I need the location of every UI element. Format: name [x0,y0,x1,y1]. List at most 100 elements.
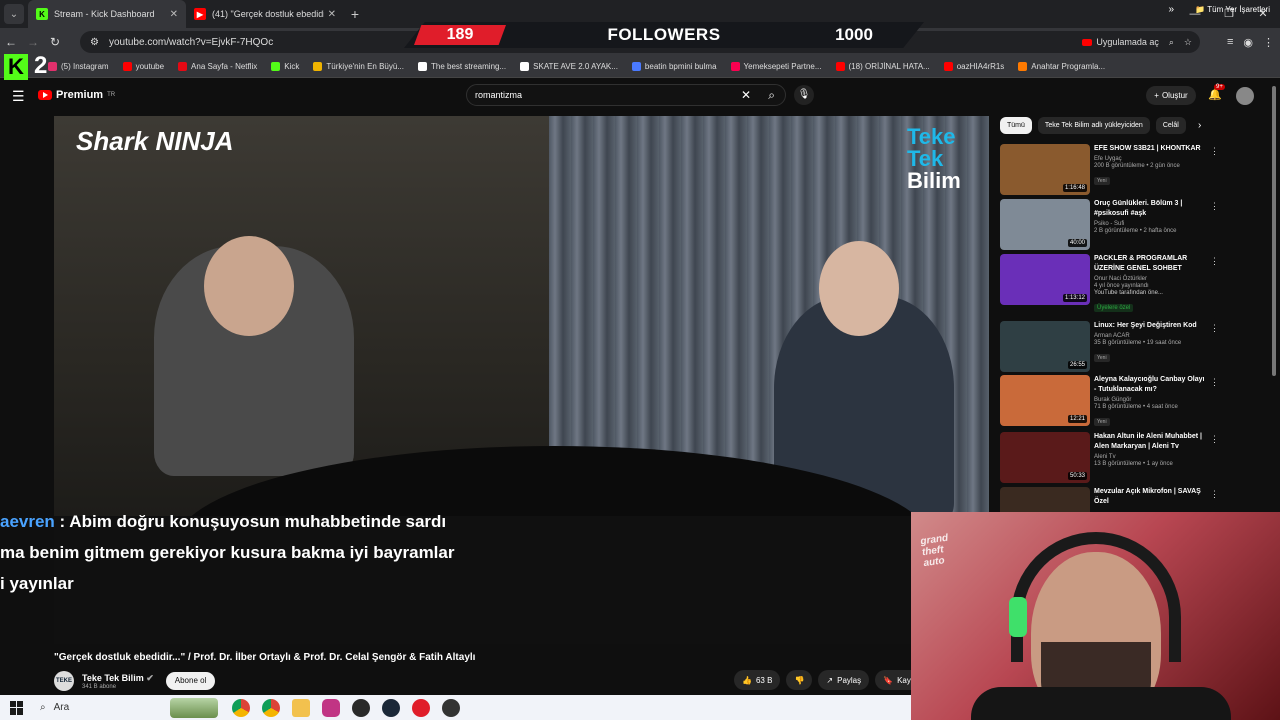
obs-icon[interactable] [352,698,370,717]
reload-icon[interactable]: ↻ [44,35,66,49]
tab-search-icon[interactable]: ⌄ [4,4,24,24]
speaker-right-head [819,241,899,336]
bookmark-item[interactable]: beatin bpmini bulma [631,62,717,71]
search-highlight-image[interactable] [170,697,218,718]
media-icon[interactable]: ≡ [1227,36,1233,48]
search-box[interactable]: romantizma ✕ ⌕ [466,84,786,106]
more-options-icon[interactable]: ⋮ [1210,201,1219,212]
more-options-icon[interactable]: ⋮ [1210,323,1219,334]
tab-kick-dashboard[interactable]: K Stream - Kick Dashboard ✕ [28,0,186,28]
bookmark-label: The best streaming... [430,62,507,71]
video-thumbnail[interactable]: 1:13:12 [1000,254,1090,305]
subscribe-button[interactable]: Abone ol [165,672,216,690]
windows-taskbar: ⌕ Ara [0,695,911,720]
new-tab-button[interactable]: + [344,6,366,22]
notifications-bell-icon[interactable]: 🔔 9+ [1208,84,1225,101]
instagram-icon[interactable] [322,698,340,717]
chrome-icon[interactable] [232,698,250,717]
recommendation-title[interactable]: EFE SHOW S3B21 | KHONTKAR [1094,144,1206,154]
recommendation-item[interactable]: 26:55 Linux: Her Şeyi Değiştiren Kod Arman… [1000,321,1219,373]
chip-all[interactable]: Tümü [1000,117,1032,134]
bookmark-item[interactable]: The best streaming... [417,62,507,71]
open-in-app-button[interactable]: Uygulamada aç [1082,37,1159,47]
recommendation-item[interactable]: 1:16:48 EFE SHOW S3B21 | KHONTKAR Efe Uyga… [1000,144,1219,196]
bookmark-favicon-icon [631,62,641,71]
channel-avatar[interactable]: TEKE [54,671,74,691]
bookmark-item[interactable]: Yemeksepeti Partne... [730,62,822,71]
clear-search-icon[interactable]: ✕ [741,88,751,102]
profile-icon[interactable]: ◉ [1243,36,1253,49]
steam-icon[interactable] [382,698,400,717]
recommendation-item[interactable]: 40:00 Oruç Günlükleri. Bölüm 3 | #psikosu… [1000,199,1219,251]
bookmark-star-icon[interactable]: ☆ [1184,37,1192,48]
like-button[interactable]: 👍 63 B [734,670,781,690]
bookmark-item[interactable]: oazHIA4rR1s [943,62,1004,71]
video-thumbnail[interactable]: 1:16:48 [1000,144,1090,195]
bookmark-item[interactable]: Anahtar Programla... [1018,62,1105,71]
menu-icon[interactable]: ⋮ [1263,36,1274,49]
bookmark-item[interactable]: (5) Instagram [48,62,109,71]
bookmark-item[interactable]: SKATE AVE 2.0 AYAK... [520,62,618,71]
more-options-icon[interactable]: ⋮ [1210,489,1219,500]
site-info-icon[interactable]: ⚙ [90,37,99,48]
page-scrollbar[interactable] [1272,86,1276,376]
recommendation-title[interactable]: PACKLER & PROGRAMLAR ÜZERİNE GENEL SOHBE… [1094,254,1206,274]
close-icon[interactable]: ✕ [170,9,178,20]
video-thumbnail[interactable]: 26:55 [1000,321,1090,372]
recommendation-title[interactable]: Hakan Altun ile Aleni Muhabbet | Alen Ma… [1094,432,1206,452]
kick-logo-icon: K [4,54,28,80]
recommendation-title[interactable]: Linux: Her Şeyi Değiştiren Kod [1094,321,1206,331]
bookmarks-overflow-icon[interactable]: » [1168,4,1174,15]
watermark-word: Tek [907,146,944,171]
share-button[interactable]: ↗ Paylaş [818,670,870,690]
bookmark-item[interactable]: youtube [122,62,164,71]
app-red-icon[interactable] [412,698,430,717]
recommendation-channel[interactable]: Arman ACAR [1094,333,1206,339]
search-input[interactable]: romantizma [475,90,522,100]
recommendation-item[interactable]: 1:13:12 PACKLER & PROGRAMLAR ÜZERİNE GENE… [1000,254,1219,312]
account-avatar[interactable] [1236,87,1254,105]
back-icon[interactable]: ← [0,35,22,49]
file-explorer-icon[interactable] [292,698,310,717]
close-icon[interactable]: ✕ [328,9,336,20]
app-pencil-icon[interactable] [442,698,460,717]
zoom-icon[interactable]: ⌕ [1169,37,1174,48]
bookmark-item[interactable]: Kick [271,62,299,71]
recommendation-channel[interactable]: Aleni Tv [1094,454,1206,460]
search-icon[interactable]: ⌕ [768,88,775,103]
youtube-logo[interactable]: Premium TR [38,89,115,101]
microphone-icon[interactable]: 🎙 [794,85,814,105]
recommendation-channel[interactable]: Efe Uygaç [1094,156,1206,162]
chip-celal[interactable]: Celâl [1155,117,1186,134]
chrome-profile-icon[interactable] [262,698,280,717]
recommendation-title[interactable]: Mevzular Açık Mikrofon | SAVAŞ Özel [1094,487,1206,507]
more-options-icon[interactable]: ⋮ [1210,256,1219,267]
recommendation-channel[interactable]: Burak Güngör [1094,397,1206,403]
more-options-icon[interactable]: ⋮ [1210,146,1219,157]
recommendation-channel[interactable]: Psiko - Sufi [1094,221,1206,227]
create-button[interactable]: + Oluştur [1146,86,1196,105]
more-options-icon[interactable]: ⋮ [1210,434,1219,445]
tab-youtube-video[interactable]: ▶ (41) "Gerçek dostluk ebedidir..." ✕ [186,0,344,28]
recommendation-item[interactable]: 12:21 Aleyna Kalaycıoğlu Canbay Olayı - T… [1000,375,1219,427]
recommendation-title[interactable]: Oruç Günlükleri. Bölüm 3 | #psikosufi #a… [1094,199,1206,219]
more-options-icon[interactable]: ⋮ [1210,377,1219,388]
bookmark-item[interactable]: Türkiye'nin En Büyü... [313,62,404,71]
recommendation-title[interactable]: Aleyna Kalaycıoğlu Canbay Olayı - Tutukl… [1094,375,1206,395]
bookmark-item[interactable]: (18) ORİJİNAL HATA... [835,62,930,71]
forward-icon[interactable]: → [22,35,44,49]
hamburger-menu-icon[interactable]: ☰ [12,88,25,105]
all-bookmarks-button[interactable]: 📁 Tüm Yer İşaretleri [1195,5,1270,14]
taskbar-search[interactable]: ⌕ Ara [40,702,160,713]
video-thumbnail[interactable]: 50:33 [1000,432,1090,483]
bookmark-item[interactable]: Ana Sayfa - Netflix [178,62,257,71]
dislike-button[interactable]: 👎 [786,670,813,690]
recommendation-item[interactable]: 50:33 Hakan Altun ile Aleni Muhabbet | Al… [1000,432,1219,484]
recommendation-channel[interactable]: Onur Naci Öztürkler [1094,276,1206,282]
chip-uploader[interactable]: Teke Tek Bilim adlı yükleyiciden [1037,117,1150,134]
chevron-right-icon[interactable]: › [1198,120,1201,131]
windows-start-icon[interactable] [10,700,24,715]
channel-name[interactable]: Teke Tek Bilim ✔ [82,673,154,684]
video-thumbnail[interactable]: 12:21 [1000,375,1090,426]
video-thumbnail[interactable]: 40:00 [1000,199,1090,250]
